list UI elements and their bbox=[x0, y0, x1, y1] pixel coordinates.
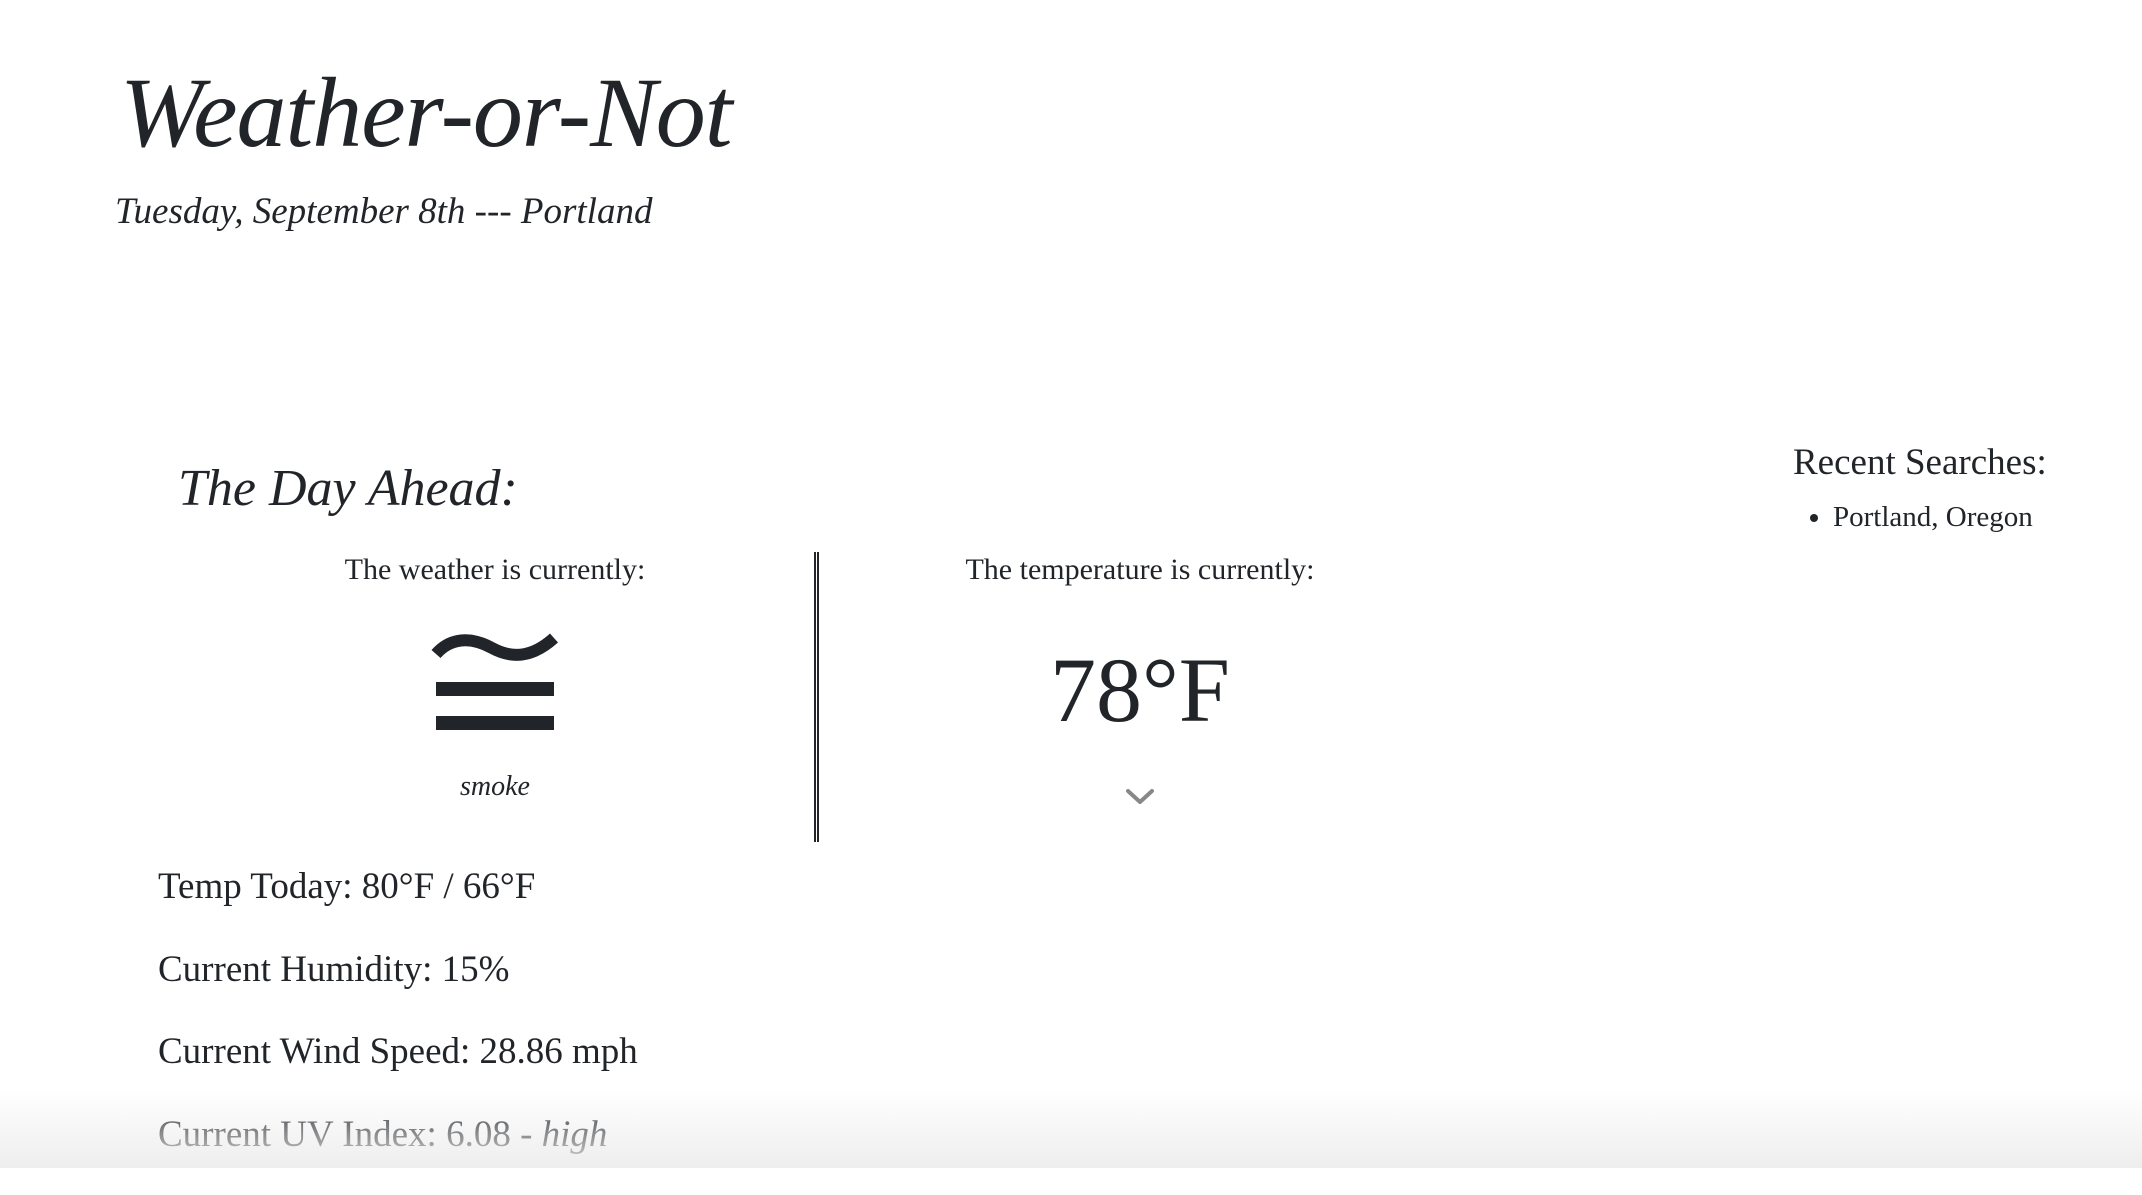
site-title: Weather-or-Not bbox=[120, 58, 732, 168]
day-ahead-heading: The Day Ahead: bbox=[178, 458, 518, 520]
column-divider bbox=[814, 552, 819, 842]
recent-searches-panel: Recent Searches: Portland, Oregon bbox=[1793, 441, 2047, 537]
recent-searches-title: Recent Searches: bbox=[1793, 441, 2047, 485]
date-location-subtitle: Tuesday, September 8th --- Portland bbox=[115, 190, 652, 234]
current-temperature: 78°F bbox=[940, 640, 1340, 741]
chevron-down-icon[interactable] bbox=[1124, 787, 1156, 807]
smoke-icon bbox=[430, 632, 560, 742]
temp-today-stat: Temp Today: 80°F / 66°F bbox=[158, 865, 638, 948]
wind-speed-stat: Current Wind Speed: 28.86 mph bbox=[158, 1030, 638, 1113]
current-temperature-panel: The temperature is currently: 78°F bbox=[940, 552, 1340, 807]
temperature-label: The temperature is currently: bbox=[940, 552, 1340, 588]
weather-stats-list: Temp Today: 80°F / 66°F Current Humidity… bbox=[158, 865, 638, 1195]
uv-index-level: high bbox=[542, 1114, 608, 1155]
recent-search-item[interactable]: Portland, Oregon bbox=[1833, 499, 2047, 537]
uv-index-value: Current UV Index: 6.08 - bbox=[158, 1114, 542, 1155]
humidity-stat: Current Humidity: 15% bbox=[158, 948, 638, 1031]
current-weather-panel: The weather is currently: smoke bbox=[300, 552, 690, 804]
weather-description: smoke bbox=[300, 770, 690, 804]
weather-label: The weather is currently: bbox=[300, 552, 690, 588]
recent-searches-list: Portland, Oregon bbox=[1793, 499, 2047, 537]
uv-index-stat: Current UV Index: 6.08 - high bbox=[158, 1113, 638, 1195]
